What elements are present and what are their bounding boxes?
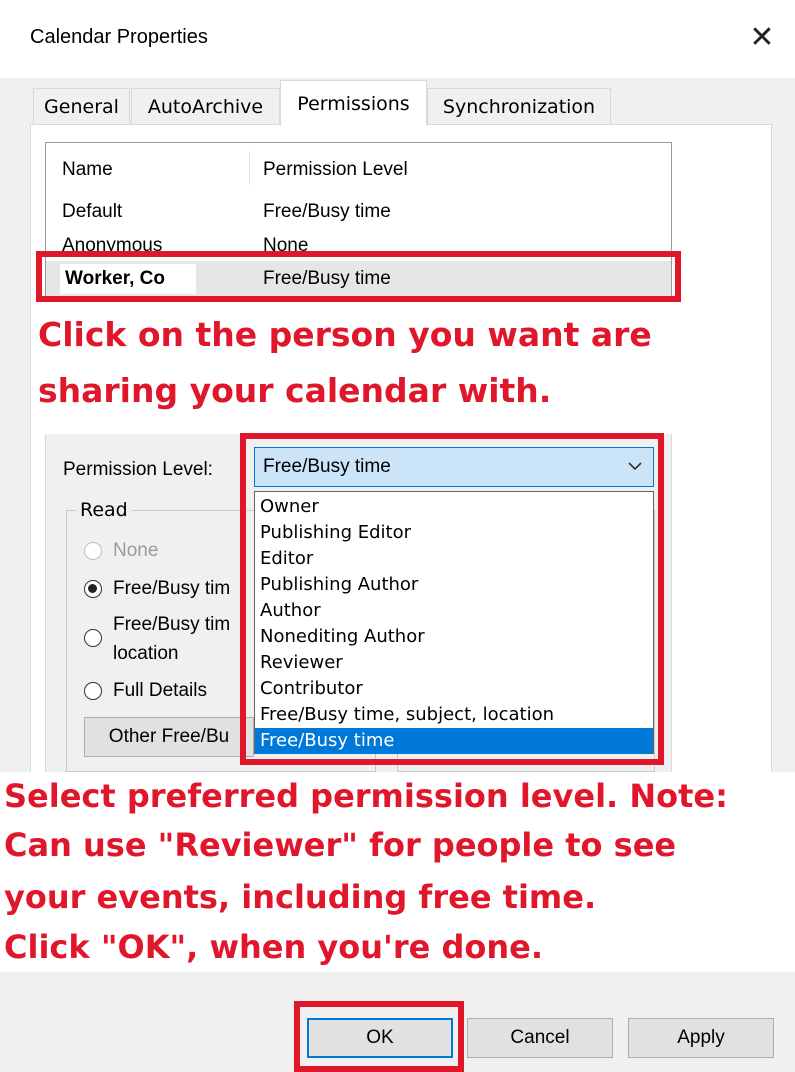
annotation-step2-line1: Select preferred permission level. Note:: [4, 777, 728, 815]
radio-free-busy-location-label[interactable]: location: [113, 643, 179, 665]
column-separator: [249, 151, 250, 185]
tab-general[interactable]: General: [33, 88, 130, 124]
radio-free-busy-subject-label[interactable]: Free/Busy tim: [113, 614, 230, 636]
radio-free-busy[interactable]: [84, 580, 102, 598]
annotation-box-ok: [294, 1001, 464, 1072]
window-title: Calendar Properties: [30, 26, 208, 48]
radio-free-busy-subject-location[interactable]: [84, 629, 102, 647]
annotation-step1-line1: Click on the person you want are: [38, 315, 652, 354]
annotation-step2-line4: Click "OK", when you're done.: [4, 928, 543, 966]
row-default-name[interactable]: Default: [62, 201, 122, 223]
cancel-button[interactable]: Cancel: [467, 1018, 613, 1058]
annotation-step2-line3: your events, including free time.: [4, 878, 597, 916]
list-header: Name Permission Level: [46, 143, 671, 191]
annotation-box-selected-row: [36, 251, 681, 302]
column-header-name[interactable]: Name: [62, 159, 113, 181]
close-icon[interactable]: ✕: [744, 18, 780, 58]
other-free-busy-button[interactable]: Other Free/Bu: [84, 717, 254, 757]
annotation-step1-line2: sharing your calendar with.: [38, 371, 552, 410]
tab-synchronization[interactable]: Synchronization: [427, 88, 611, 124]
permission-level-label: Permission Level:: [63, 459, 213, 480]
apply-button[interactable]: Apply: [628, 1018, 774, 1058]
annotation-box-dropdown: [240, 433, 664, 765]
radio-free-busy-label[interactable]: Free/Busy tim: [113, 578, 230, 600]
row-default-level: Free/Busy time: [263, 201, 391, 222]
annotation-step2-line2: Can use "Reviewer" for people to see: [4, 826, 677, 864]
read-group-title: Read: [76, 499, 132, 521]
column-header-permission-level[interactable]: Permission Level: [263, 159, 408, 181]
radio-full-details[interactable]: [84, 682, 102, 700]
tab-autoarchive[interactable]: AutoArchive: [131, 88, 280, 124]
tab-permissions[interactable]: Permissions: [280, 80, 427, 126]
radio-none: [84, 542, 102, 560]
radio-none-label: None: [113, 540, 159, 561]
radio-full-details-label[interactable]: Full Details: [113, 680, 207, 702]
